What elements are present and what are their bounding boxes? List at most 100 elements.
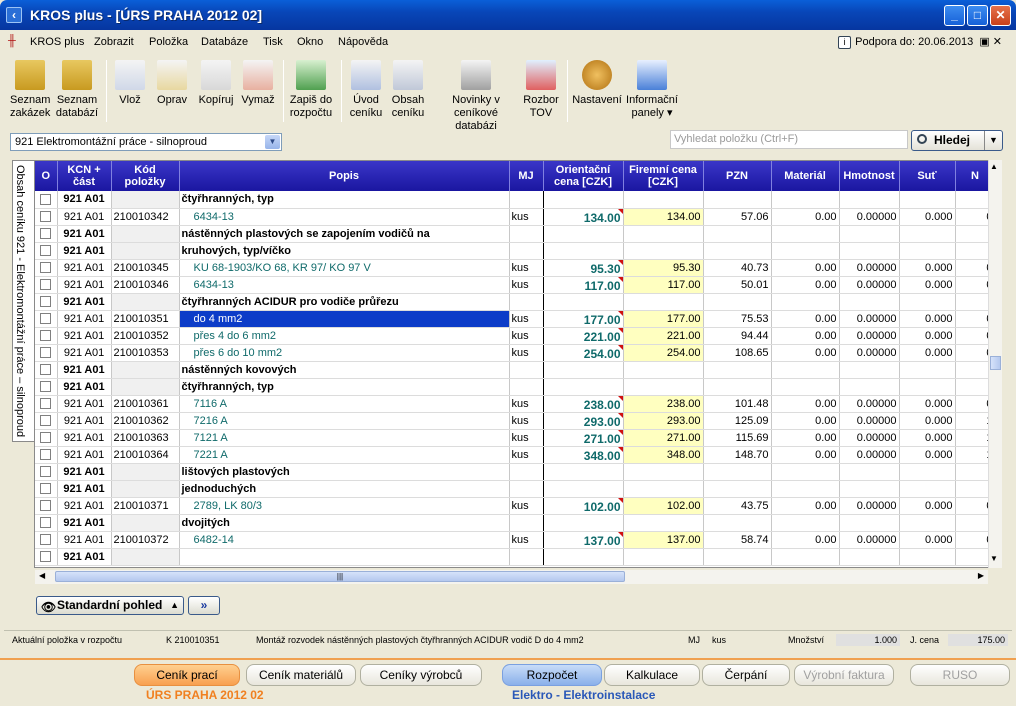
cell-popis[interactable]: čtyřhranných ACIDUR pro vodiče průřezu	[179, 293, 510, 311]
tab-cenik-praci[interactable]: Ceník prací	[134, 664, 240, 686]
table-row[interactable]: 921 A01 210010353 přes 6 do 10 mm2 kus 254.0…	[35, 344, 996, 362]
cell-mj[interactable]: kus	[509, 344, 544, 362]
check-cell[interactable]	[35, 344, 58, 362]
cell-firemni-cena[interactable]: 134.00	[623, 208, 704, 226]
cell-kcn[interactable]: 921 A01	[57, 208, 112, 226]
cell-kod[interactable]	[111, 514, 180, 532]
cell-material[interactable]	[771, 242, 840, 260]
cell-kod[interactable]	[111, 225, 180, 243]
search-dropdown-icon[interactable]: ▼	[984, 131, 1002, 150]
table-row[interactable]: 921 A01 210010342 6434-13 kus 134.00 134.00 57…	[35, 208, 996, 226]
cell-mj[interactable]	[509, 225, 544, 243]
table-row[interactable]: 921 A01 kruhových, typ/víčko	[35, 242, 996, 260]
row-checkbox[interactable]	[40, 262, 52, 274]
cell-popis[interactable]: 6482-14	[179, 531, 510, 549]
cell-sut[interactable]: 0.000	[899, 310, 956, 328]
cell-pzn[interactable]	[703, 225, 772, 243]
cell-orientacni-cena[interactable]	[543, 480, 624, 498]
cell-firemni-cena[interactable]: 95.30	[623, 259, 704, 277]
cell-material[interactable]	[771, 548, 840, 566]
cell-hmotnost[interactable]: 0.00000	[839, 531, 900, 549]
cell-material[interactable]	[771, 378, 840, 396]
cell-kcn[interactable]: 921 A01	[57, 191, 112, 209]
cell-popis[interactable]: 6434-13	[179, 208, 510, 226]
cell-kcn[interactable]: 921 A01	[57, 463, 112, 481]
menu-tisk[interactable]: Tisk	[263, 36, 283, 48]
col-firemni-cena[interactable]: Firemní cena [CZK]	[623, 161, 704, 191]
cell-sut[interactable]: 0.000	[899, 531, 956, 549]
menu-okno[interactable]: Okno	[297, 36, 323, 48]
table-row[interactable]: 921 A01 210010352 přes 4 do 6 mm2 kus 221.00…	[35, 327, 996, 345]
cell-popis[interactable]: 7121 A	[179, 429, 510, 447]
col-kcn[interactable]: KCN + část	[57, 161, 112, 191]
cell-orientacni-cena[interactable]	[543, 191, 624, 209]
menu-polozka[interactable]: Položka	[149, 36, 188, 48]
check-cell[interactable]	[35, 531, 58, 549]
cell-firemni-cena[interactable]	[623, 293, 704, 311]
cell-sut[interactable]	[899, 548, 956, 566]
cell-pzn[interactable]: 57.06	[703, 208, 772, 226]
cell-kcn[interactable]: 921 A01	[57, 497, 112, 515]
col-sut[interactable]: Suť	[899, 161, 956, 191]
cell-pzn[interactable]	[703, 242, 772, 260]
vertical-scrollbar[interactable]: ▲ ▼	[988, 160, 1002, 568]
cell-kod[interactable]	[111, 242, 180, 260]
cell-orientacni-cena[interactable]: 117.00	[543, 276, 624, 294]
cell-mj[interactable]: kus	[509, 327, 544, 345]
row-checkbox[interactable]	[40, 398, 52, 410]
cell-mj[interactable]: kus	[509, 259, 544, 277]
cell-hmotnost[interactable]	[839, 225, 900, 243]
tab-kalkulace[interactable]: Kalkulace	[604, 664, 700, 686]
cell-hmotnost[interactable]	[839, 191, 900, 209]
cell-pzn[interactable]: 94.44	[703, 327, 772, 345]
row-checkbox[interactable]	[40, 432, 52, 444]
cell-kcn[interactable]: 921 A01	[57, 531, 112, 549]
cell-popis[interactable]: nástěnných kovových	[179, 361, 510, 379]
cell-kcn[interactable]: 921 A01	[57, 412, 112, 430]
row-checkbox[interactable]	[40, 483, 52, 495]
cell-popis[interactable]: přes 6 do 10 mm2	[179, 344, 510, 362]
cell-mj[interactable]: kus	[509, 446, 544, 464]
cell-kcn[interactable]: 921 A01	[57, 514, 112, 532]
check-cell[interactable]	[35, 429, 58, 447]
cell-pzn[interactable]: 40.73	[703, 259, 772, 277]
table-row[interactable]: 921 A01 čtyřhranných, typ	[35, 191, 996, 209]
cell-material[interactable]	[771, 191, 840, 209]
cell-hmotnost[interactable]: 0.00000	[839, 344, 900, 362]
table-row[interactable]: 921 A01 dvojitých	[35, 514, 996, 532]
cell-orientacni-cena[interactable]: 134.00	[543, 208, 624, 226]
cell-kcn[interactable]: 921 A01	[57, 395, 112, 413]
zapis-do-rozpoctu-button[interactable]: Zapiš do rozpočtu	[288, 58, 334, 124]
cell-popis[interactable]	[179, 548, 510, 566]
table-row[interactable]: 921 A01 210010346 6434-13 kus 117.00 117.00 50…	[35, 276, 996, 294]
cell-mj[interactable]: kus	[509, 276, 544, 294]
cell-kcn[interactable]: 921 A01	[57, 242, 112, 260]
col-pzn[interactable]: PZN	[703, 161, 772, 191]
cell-firemni-cena[interactable]: 137.00	[623, 531, 704, 549]
cell-pzn[interactable]	[703, 191, 772, 209]
cell-kod[interactable]: 210010371	[111, 497, 180, 515]
table-row[interactable]: 921 A01 210010362 7216 Akus 293.00 293.00 125…	[35, 412, 996, 430]
cell-popis[interactable]: lištových plastových	[179, 463, 510, 481]
cell-popis[interactable]: čtyřhranných, typ	[179, 191, 510, 209]
horizontal-scrollbar[interactable]: ◀ ||| ▶	[35, 570, 988, 584]
col-hmotnost[interactable]: Hmotnost	[839, 161, 900, 191]
cell-pzn[interactable]: 58.74	[703, 531, 772, 549]
cell-pzn[interactable]: 43.75	[703, 497, 772, 515]
row-checkbox[interactable]	[40, 381, 52, 393]
rozbor-tov-button[interactable]: Rozbor TOV	[522, 58, 560, 124]
cell-popis[interactable]: 7116 A	[179, 395, 510, 413]
cell-mj[interactable]	[509, 463, 544, 481]
scroll-left-icon[interactable]: ◀	[39, 571, 45, 580]
cell-kod[interactable]	[111, 463, 180, 481]
section-combo[interactable]: 921 Elektromontážní práce - silnoproud ▼	[10, 133, 282, 151]
col-kod[interactable]: Kód položky	[111, 161, 180, 191]
cell-firemni-cena[interactable]: 348.00	[623, 446, 704, 464]
scroll-right-icon[interactable]: ▶	[978, 571, 984, 580]
cell-firemni-cena[interactable]	[623, 514, 704, 532]
table-row[interactable]: 921 A01 lištových plastových	[35, 463, 996, 481]
cell-hmotnost[interactable]: 0.00000	[839, 497, 900, 515]
cell-kod[interactable]: 210010363	[111, 429, 180, 447]
cell-kcn[interactable]: 921 A01	[57, 446, 112, 464]
cell-orientacni-cena[interactable]	[543, 242, 624, 260]
